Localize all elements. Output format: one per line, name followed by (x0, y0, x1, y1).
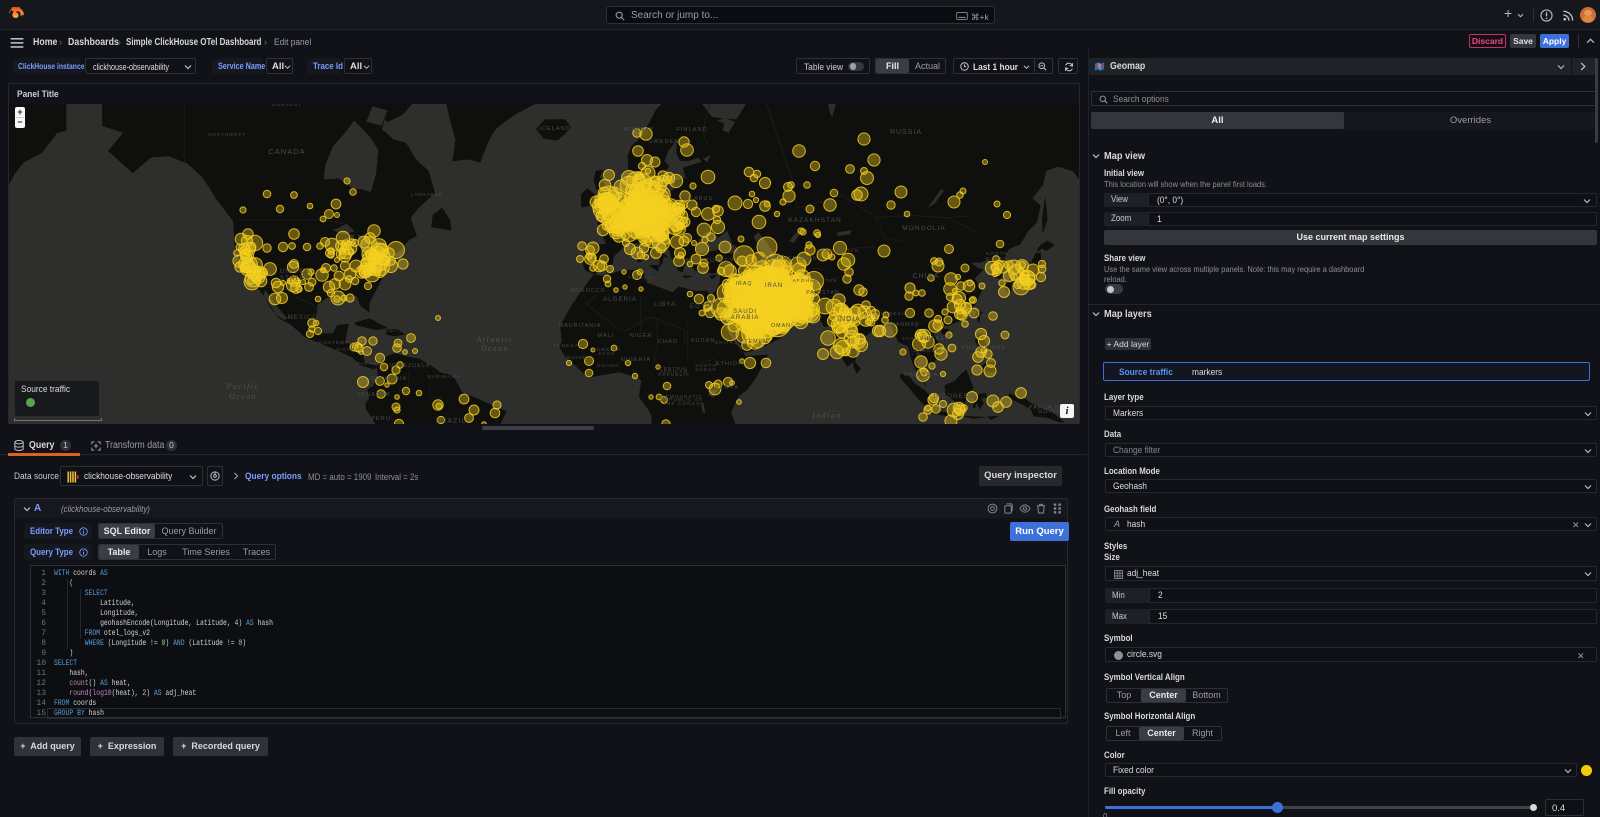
svg-text:MEXICO: MEXICO (288, 314, 318, 321)
svg-text:UNITED: UNITED (280, 268, 311, 275)
svg-text:GUINEA: GUINEA (567, 355, 591, 361)
svg-text:SWEDEN: SWEDEN (649, 139, 680, 145)
svg-text:SENEGAL: SENEGAL (553, 343, 583, 349)
svg-text:TURKEY: TURKEY (705, 258, 734, 264)
svg-text:MALI: MALI (597, 333, 614, 339)
svg-text:NORWAY: NORWAY (624, 127, 655, 133)
svg-text:PHILIPPINES: PHILIPPINES (962, 345, 1006, 351)
svg-text:STATES: STATES (280, 275, 311, 282)
svg-text:VENEZUELA: VENEZUELA (390, 363, 431, 369)
svg-text:LIBYA: LIBYA (654, 301, 676, 308)
svg-text:CAMBODIA: CAMBODIA (913, 348, 947, 354)
svg-text:KENYA: KENYA (715, 385, 739, 391)
svg-text:ALGERIA: ALGERIA (603, 296, 637, 303)
svg-text:Atlantic: Atlantic (476, 335, 514, 344)
svg-text:MOROCCO: MOROCCO (570, 288, 605, 294)
svg-text:MAURITANIA: MAURITANIA (559, 323, 601, 329)
svg-text:ETHIOPIA: ETHIOPIA (716, 361, 751, 367)
svg-text:IRAN: IRAN (765, 282, 784, 289)
svg-text:TAIWAN: TAIWAN (967, 313, 991, 319)
svg-text:GUATEMALA: GUATEMALA (319, 340, 357, 346)
svg-text:NORTHWEST: NORTHWEST (208, 132, 245, 137)
svg-text:NICARAGUA: NICARAGUA (336, 347, 371, 352)
svg-text:THAILAND: THAILAND (902, 336, 934, 342)
svg-text:BRAZIL: BRAZIL (436, 418, 467, 424)
svg-text:FINLAND: FINLAND (676, 127, 707, 133)
svg-text:TURKMENISTAN: TURKMENISTAN (764, 256, 817, 262)
svg-text:SUDAN: SUDAN (695, 367, 717, 373)
svg-text:MONGOLIA: MONGOLIA (902, 225, 946, 232)
svg-text:KOREA: KOREA (986, 256, 1008, 262)
svg-text:OMAN: OMAN (771, 323, 791, 329)
svg-text:RUSSIA: RUSSIA (890, 129, 922, 136)
svg-text:NUNAVUT: NUNAVUT (272, 104, 302, 108)
svg-text:YEMEN: YEMEN (744, 339, 768, 345)
svg-text:SUDAN: SUDAN (691, 338, 716, 344)
svg-text:BANGLADESH: BANGLADESH (864, 311, 907, 317)
svg-text:KAZAKHSTAN: KAZAKHSTAN (788, 217, 841, 224)
svg-text:ECUADOR: ECUADOR (357, 392, 391, 398)
svg-text:REPUBLIC: REPUBLIC (658, 372, 690, 378)
svg-text:HAITI: HAITI (386, 328, 401, 333)
svg-text:LABRADOR: LABRADOR (411, 192, 443, 197)
svg-text:NIGERIA: NIGERIA (621, 357, 651, 363)
svg-text:IRAQ: IRAQ (736, 281, 753, 287)
svg-text:MYANMAR: MYANMAR (886, 322, 920, 328)
svg-text:AFGHANISTAN: AFGHANISTAN (793, 278, 838, 284)
svg-text:ARABIA: ARABIA (731, 314, 760, 321)
svg-text:PAKISTAN: PAKISTAN (806, 290, 839, 296)
svg-text:THE CONGO: THE CONGO (663, 401, 701, 407)
svg-text:SURINAME: SURINAME (427, 374, 460, 380)
svg-text:TUNISIA: TUNISIA (628, 275, 654, 281)
svg-text:PERU: PERU (371, 416, 391, 422)
svg-text:COLOMBIA: COLOMBIA (371, 376, 407, 382)
svg-text:CANADA: CANADA (268, 147, 305, 156)
svg-text:CHAD: CHAD (658, 339, 678, 345)
svg-text:ICELAND: ICELAND (539, 126, 571, 132)
svg-text:Ocean: Ocean (229, 392, 257, 401)
svg-text:INDONESIA: INDONESIA (933, 393, 976, 400)
svg-text:ERITREA: ERITREA (715, 340, 743, 346)
svg-text:Pacific: Pacific (226, 382, 260, 391)
svg-text:PANAMA: PANAMA (357, 361, 381, 366)
svg-text:MALAYSIA: MALAYSIA (904, 372, 938, 378)
svg-text:KYRGYZSTAN: KYRGYZSTAN (817, 248, 859, 254)
svg-text:Indian: Indian (811, 411, 842, 420)
svg-text:FASO: FASO (599, 351, 616, 357)
svg-text:EGYPT: EGYPT (690, 303, 716, 310)
svg-text:BELARUS: BELARUS (681, 196, 713, 202)
svg-text:INDIA: INDIA (837, 316, 861, 323)
svg-text:NIGER: NIGER (629, 333, 652, 339)
svg-text:CHINA: CHINA (913, 273, 940, 280)
svg-text:Ocean: Ocean (481, 344, 509, 353)
svg-text:GHANA: GHANA (597, 363, 619, 369)
